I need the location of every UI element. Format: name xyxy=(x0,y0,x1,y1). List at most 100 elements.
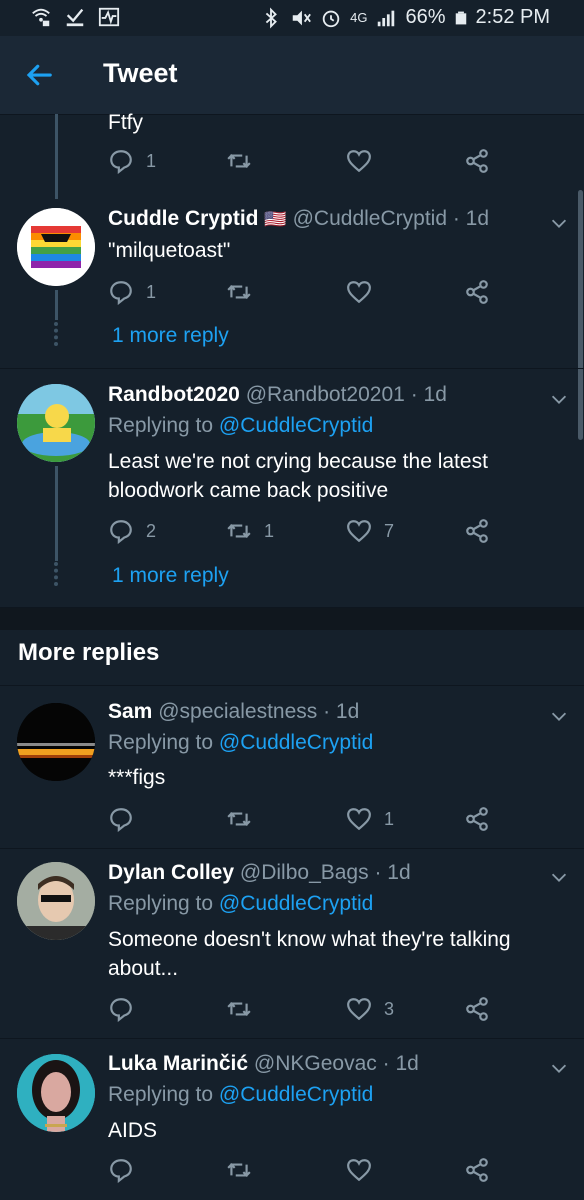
replying-to: Replying to @CuddleCryptid xyxy=(108,414,373,438)
reply-button[interactable] xyxy=(108,806,134,832)
share-icon xyxy=(466,1158,488,1182)
avatar[interactable] xyxy=(17,384,95,462)
alarm-icon xyxy=(322,10,340,27)
mention-link[interactable]: @CuddleCryptid xyxy=(219,1083,373,1106)
retweet-icon xyxy=(227,1002,251,1016)
divider xyxy=(0,848,584,849)
replying-prefix: Replying to xyxy=(108,731,214,754)
tweet-age: · 1d xyxy=(374,861,411,884)
retweet-button[interactable] xyxy=(226,1157,252,1183)
bluetooth-icon xyxy=(265,7,278,28)
like-button[interactable] xyxy=(346,279,372,305)
tweet-header: Sam @specialestness · 1d xyxy=(108,700,359,724)
reply-icon xyxy=(110,998,132,1022)
display-name[interactable]: Luka Marinčić xyxy=(108,1052,248,1075)
chevron-down-icon[interactable] xyxy=(548,705,570,727)
reply-icon xyxy=(110,1159,132,1183)
divider xyxy=(0,685,584,686)
replying-prefix: Replying to xyxy=(108,892,214,915)
reply-icon xyxy=(110,808,132,832)
tweet-text: AIDS xyxy=(108,1119,158,1142)
heart-icon xyxy=(347,808,371,831)
retweet-icon xyxy=(227,812,251,826)
mention-link[interactable]: @CuddleCryptid xyxy=(219,892,373,915)
retweet-icon xyxy=(227,154,251,168)
like-button[interactable]: 3 xyxy=(346,996,394,1022)
mute-icon xyxy=(292,10,312,25)
thread-line xyxy=(55,466,58,561)
share-icon xyxy=(466,519,488,543)
mention-link[interactable]: @CuddleCryptid xyxy=(219,414,373,437)
tweet-age: · 1d xyxy=(323,700,360,723)
share-button[interactable] xyxy=(464,996,490,1022)
share-button[interactable] xyxy=(464,806,490,832)
tweet-header: Luka Marinčić @NKGeovac · 1d xyxy=(108,1052,419,1076)
share-button[interactable] xyxy=(464,148,490,174)
avatar[interactable] xyxy=(17,208,95,286)
tweet-age: · 1d xyxy=(452,207,490,230)
more-reply-link[interactable]: 1 more reply xyxy=(112,324,229,348)
like-button[interactable]: 1 xyxy=(346,806,394,832)
avatar[interactable] xyxy=(17,703,95,781)
replying-prefix: Replying to xyxy=(108,414,214,437)
reply-button[interactable]: 1 xyxy=(108,279,156,305)
share-icon xyxy=(466,280,488,304)
scrollbar[interactable] xyxy=(578,190,583,440)
mention-link[interactable]: @CuddleCryptid xyxy=(219,731,373,754)
retweet-button[interactable] xyxy=(226,148,252,174)
like-button[interactable] xyxy=(346,148,372,174)
share-button[interactable] xyxy=(464,279,490,305)
reply-button[interactable]: 2 xyxy=(108,518,156,544)
heart-icon xyxy=(347,150,371,173)
sunglasses-person-avatar-icon xyxy=(17,862,95,940)
share-icon xyxy=(466,997,488,1021)
section-title: More replies xyxy=(18,639,160,666)
chevron-down-icon[interactable] xyxy=(548,866,570,888)
share-button[interactable] xyxy=(464,518,490,544)
chevron-down-icon[interactable] xyxy=(548,212,570,234)
tweet-age: · 1d xyxy=(382,1052,419,1075)
user-handle: @Randbot20201 xyxy=(245,383,405,406)
retweet-button[interactable] xyxy=(226,806,252,832)
avatar[interactable] xyxy=(17,1054,95,1132)
display-name[interactable]: Cuddle Cryptid xyxy=(108,207,259,230)
chevron-down-icon[interactable] xyxy=(548,388,570,410)
share-button[interactable] xyxy=(464,1157,490,1183)
divider xyxy=(0,368,584,369)
tweet-text: "milquetoast" xyxy=(108,239,231,262)
display-name[interactable]: Dylan Colley xyxy=(108,861,234,884)
avatar[interactable] xyxy=(17,862,95,940)
battery-icon xyxy=(455,11,466,24)
more-reply-link[interactable]: 1 more reply xyxy=(112,564,229,588)
replying-to: Replying to @CuddleCryptid xyxy=(108,892,373,916)
reply-button[interactable]: 1 xyxy=(108,148,156,174)
tweet-actions: 2 1 7 xyxy=(108,518,508,546)
reply-button[interactable] xyxy=(108,1157,134,1183)
retweet-button[interactable]: 1 xyxy=(226,518,274,544)
like-button[interactable] xyxy=(346,1157,372,1183)
heart-icon xyxy=(347,998,371,1021)
retweet-icon xyxy=(227,285,251,299)
flag-icon: 🇺🇸 xyxy=(264,209,287,229)
thread-line xyxy=(55,114,58,199)
tweet-actions: 1 xyxy=(108,806,508,834)
user-handle: @CuddleCryptid xyxy=(292,207,447,230)
tweet-text: ***figs xyxy=(108,766,166,789)
reply-count: 2 xyxy=(146,520,157,541)
replying-to: Replying to @CuddleCryptid xyxy=(108,1083,373,1107)
display-name[interactable]: Randbot2020 xyxy=(108,383,240,406)
reply-button[interactable] xyxy=(108,996,134,1022)
like-button[interactable]: 7 xyxy=(346,518,394,544)
app-header: Tweet xyxy=(0,36,584,115)
thread-line xyxy=(55,290,58,320)
retweet-button[interactable] xyxy=(226,996,252,1022)
retweet-button[interactable] xyxy=(226,279,252,305)
display-name[interactable]: Sam xyxy=(108,700,152,723)
page-title: Tweet xyxy=(103,58,178,88)
divider xyxy=(0,1038,584,1039)
tweet-text: Least we're not crying because the lates… xyxy=(108,450,488,502)
status-bar: 4G 66% 2:52 PM xyxy=(0,0,584,36)
back-arrow-icon[interactable] xyxy=(24,60,54,90)
chevron-down-icon[interactable] xyxy=(548,1057,570,1079)
heart-icon xyxy=(347,281,371,304)
